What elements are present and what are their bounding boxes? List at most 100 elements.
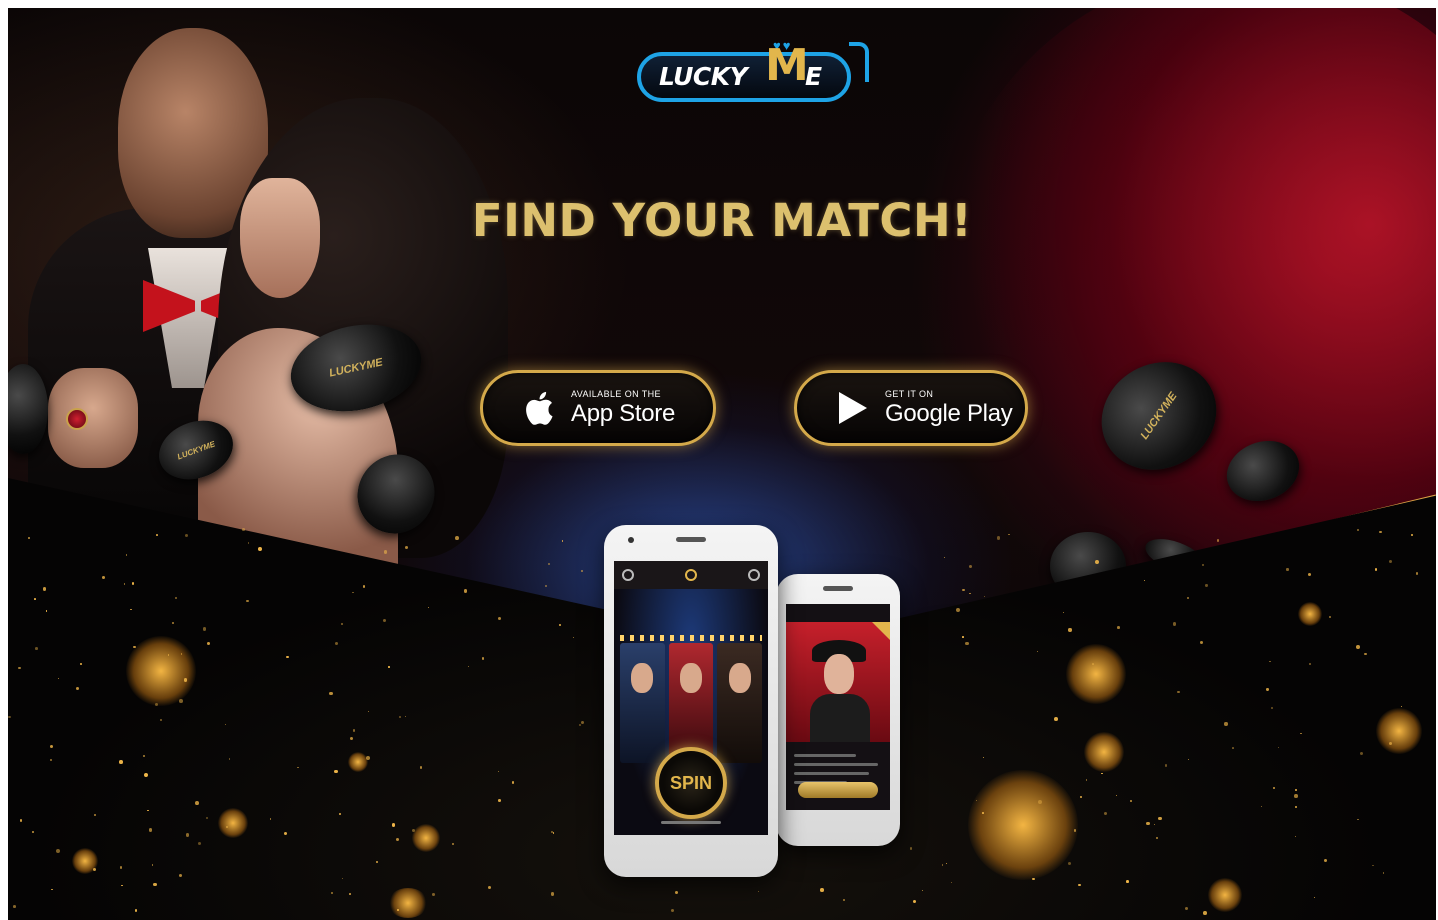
bokeh-light xyxy=(968,770,1078,880)
sparkle xyxy=(286,655,289,659)
sparkle xyxy=(226,825,229,828)
sparkle xyxy=(943,556,945,558)
sparkle xyxy=(1158,816,1162,821)
sparkle xyxy=(1355,644,1360,649)
sparkle xyxy=(1266,688,1269,691)
sparkle xyxy=(396,908,399,911)
sparkle xyxy=(921,889,923,891)
google-play-button[interactable]: GET IT ON Google Play xyxy=(794,370,1028,446)
sparkle xyxy=(1079,795,1082,799)
app-store-label: App Store xyxy=(571,400,676,427)
phone-spin-mockup: SPIN xyxy=(604,525,778,877)
bokeh-light xyxy=(126,636,196,706)
sparkle xyxy=(1224,722,1228,726)
sparkle xyxy=(1286,568,1289,571)
sparkle xyxy=(1202,564,1204,566)
sparkle xyxy=(133,645,136,648)
bokeh-light xyxy=(412,824,440,852)
bokeh-light xyxy=(1084,732,1124,772)
sparkle xyxy=(1379,530,1382,534)
sparkle xyxy=(451,842,454,845)
page-title: FIND YOUR MATCH! xyxy=(471,194,973,247)
sparkle xyxy=(427,607,429,609)
sparkle xyxy=(1186,596,1189,599)
chat-icon xyxy=(622,569,634,581)
sparkle xyxy=(247,542,249,544)
profile-head xyxy=(824,654,854,694)
sparkle xyxy=(8,715,11,718)
profile-cta-button xyxy=(798,782,878,798)
phone-profile-mockup xyxy=(776,574,900,846)
sparkle xyxy=(352,728,356,732)
phone-speaker xyxy=(823,586,853,591)
sparkle xyxy=(1277,746,1279,749)
phone-screen: SPIN xyxy=(614,561,768,835)
sparkle xyxy=(981,811,984,814)
sparkle xyxy=(1216,539,1220,542)
sparkle xyxy=(383,550,388,554)
sparkle xyxy=(909,847,913,850)
profile-body xyxy=(810,694,870,742)
sparkle xyxy=(1085,779,1088,781)
bokeh-light xyxy=(1298,602,1322,626)
sparkle xyxy=(42,587,46,591)
sparkle xyxy=(1374,568,1378,571)
sparkle xyxy=(1294,793,1299,798)
sparkle xyxy=(246,599,249,603)
bokeh-light xyxy=(1376,708,1422,754)
sparkle xyxy=(411,828,415,832)
sparkle xyxy=(19,819,23,822)
slot-reel xyxy=(717,643,763,763)
gear-icon xyxy=(748,569,760,581)
sparkle xyxy=(228,758,230,760)
logo-icon xyxy=(685,569,697,581)
sparkle xyxy=(131,582,134,585)
sparkle xyxy=(33,598,36,601)
sparkle xyxy=(965,641,969,646)
phone-screen xyxy=(786,604,890,810)
sparkle xyxy=(1415,572,1419,575)
sparkle xyxy=(1294,805,1298,808)
google-play-small-label: GET IT ON xyxy=(885,389,934,399)
sparkle xyxy=(297,766,299,769)
app-store-small-label: AVAILABLE ON THE xyxy=(571,389,661,399)
luckyme-logo[interactable]: LUCKY ♥♥ M E xyxy=(637,38,869,106)
logo-text: LUCKY xyxy=(659,62,748,91)
sparkle xyxy=(1037,799,1042,804)
bokeh-light xyxy=(388,888,428,918)
landing-page: LUCKYME LUCKYME LUCKYME LUCKY ♥♥ M E FIN… xyxy=(8,8,1436,920)
sparkle xyxy=(1203,910,1207,915)
app-footer xyxy=(614,821,768,827)
sparkle xyxy=(195,800,200,805)
sparkle xyxy=(203,627,207,631)
app-store-button[interactable]: AVAILABLE ON THE App Store xyxy=(480,370,716,446)
plug-icon xyxy=(849,42,869,82)
sparkle xyxy=(153,882,157,887)
sparkle xyxy=(550,892,555,896)
sparkle xyxy=(55,848,60,853)
sparkle xyxy=(581,720,585,724)
sparkle xyxy=(119,760,123,764)
sparkle xyxy=(1104,811,1108,815)
sparkle xyxy=(362,585,366,588)
sparkle xyxy=(1300,732,1302,735)
google-play-label: Google Play xyxy=(885,400,1013,427)
sparkle xyxy=(49,745,53,749)
sparkle xyxy=(1172,621,1177,626)
ring xyxy=(66,408,88,430)
marquee-lights xyxy=(620,635,762,641)
slot-reel xyxy=(668,643,714,763)
sparkle xyxy=(338,812,341,815)
sparkle xyxy=(31,830,35,833)
app-header xyxy=(614,561,768,589)
sparkle xyxy=(17,666,21,670)
sparkle xyxy=(1125,880,1129,883)
sparkle xyxy=(1008,533,1010,535)
sparkle xyxy=(1205,584,1208,587)
bokeh-light xyxy=(348,752,368,772)
sparkle xyxy=(154,702,158,706)
sparkle xyxy=(388,666,390,668)
sparkle xyxy=(75,686,79,690)
logo-e: E xyxy=(805,62,823,91)
sparkle xyxy=(820,888,824,892)
